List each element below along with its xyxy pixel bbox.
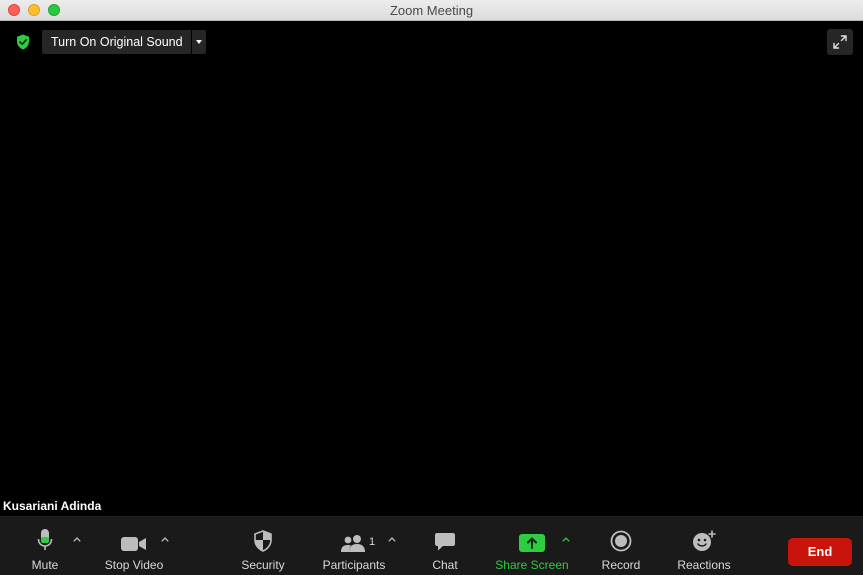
audio-options-caret[interactable]	[71, 533, 83, 545]
original-sound-button[interactable]: Turn On Original Sound	[42, 30, 192, 54]
chat-bubble-icon	[435, 533, 455, 551]
reactions-label: Reactions	[677, 558, 731, 572]
smiley-plus-icon	[693, 530, 716, 551]
share-options-caret[interactable]	[560, 533, 572, 545]
meeting-toolbar: Mute Stop Video Security Participants 1 …	[0, 516, 863, 575]
participants-count: 1	[369, 536, 376, 548]
participants-icon	[341, 535, 365, 552]
mute-label: Mute	[31, 558, 59, 572]
end-meeting-button[interactable]: End	[788, 538, 852, 566]
encryption-shield-icon[interactable]	[11, 31, 35, 53]
record-icon	[610, 530, 632, 552]
record-button[interactable]: Record	[597, 517, 645, 575]
share-screen-label: Share Screen	[495, 558, 569, 572]
share-screen-button[interactable]: Share Screen	[492, 517, 572, 575]
zoom-meeting-window: Zoom Meeting Turn On Original Sound Kusa…	[0, 0, 863, 575]
fullscreen-button[interactable]	[827, 29, 853, 55]
title-bar: Zoom Meeting	[0, 0, 863, 21]
video-options-caret[interactable]	[159, 533, 171, 545]
caret-down-icon	[196, 40, 202, 44]
stop-video-button[interactable]: Stop Video	[98, 517, 170, 575]
chevron-up-icon	[562, 536, 570, 542]
participant-name-label: Kusariani Adinda	[3, 499, 102, 513]
chat-button[interactable]: Chat	[425, 517, 465, 575]
stop-video-label: Stop Video	[104, 558, 164, 572]
mute-button[interactable]: Mute	[22, 517, 68, 575]
video-area	[0, 21, 863, 516]
chevron-up-icon	[161, 536, 169, 542]
participants-options-caret[interactable]	[386, 533, 398, 545]
microphone-icon	[37, 529, 53, 550]
video-camera-icon	[121, 537, 146, 551]
chevron-up-icon	[388, 536, 396, 542]
reactions-button[interactable]: Reactions	[672, 517, 736, 575]
share-screen-icon	[519, 534, 545, 552]
participants-button[interactable]: Participants	[318, 517, 390, 575]
window-title: Zoom Meeting	[389, 3, 474, 18]
chat-label: Chat	[432, 558, 458, 572]
record-label: Record	[601, 558, 641, 572]
participants-label: Participants	[322, 558, 386, 572]
security-label: Security	[241, 558, 285, 572]
expand-icon	[833, 35, 847, 49]
security-button[interactable]: Security	[236, 517, 290, 575]
chevron-up-icon	[73, 536, 81, 542]
security-shield-icon	[254, 530, 272, 552]
original-sound-dropdown[interactable]	[191, 30, 206, 54]
